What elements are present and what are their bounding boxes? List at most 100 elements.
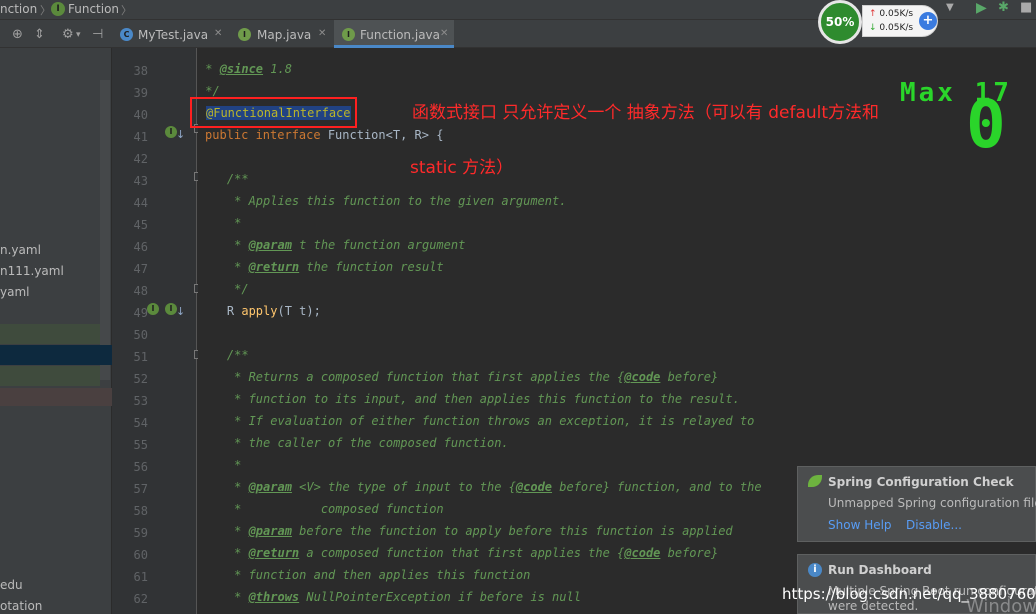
tree-item[interactable]: yaml: [0, 282, 100, 303]
line-number: 45: [133, 218, 148, 232]
plus-icon[interactable]: +: [919, 12, 937, 30]
code-line: * Returns a composed function that first…: [198, 370, 719, 384]
gear-icon[interactable]: ⚙: [62, 27, 74, 42]
code-line: * the caller of the composed function.: [198, 436, 509, 450]
line-number: 50: [133, 328, 148, 342]
debug-icon[interactable]: ✱: [998, 0, 1009, 15]
interface-icon: I: [342, 28, 355, 41]
upload-speed: ↑ 0.05K/s: [869, 9, 914, 19]
spring-leaf-icon: [808, 475, 822, 487]
line-number: 43: [133, 174, 148, 188]
tree-item[interactable]: edu: [0, 575, 100, 596]
line-number: 54: [133, 416, 148, 430]
line-number: 48: [133, 284, 148, 298]
run-icon[interactable]: ▶: [976, 0, 987, 16]
line-number: 62: [133, 592, 148, 606]
breadcrumb-class[interactable]: Function: [68, 2, 119, 16]
notification-title: Run Dashboard: [828, 563, 932, 577]
code-line: * @param <V> the type of input to the {@…: [198, 480, 762, 494]
notification-body: Unmapped Spring configuration file: [828, 496, 1036, 510]
line-number: 39: [133, 86, 148, 100]
line-number: 44: [133, 196, 148, 210]
interface-icon: I: [238, 28, 251, 41]
breadcrumb-separator-icon: 〉: [40, 4, 51, 17]
breadcrumb-package[interactable]: nction: [0, 2, 37, 16]
tree-item-label: n.yaml: [0, 243, 41, 257]
line-number: 53: [133, 394, 148, 408]
hide-panel-icon[interactable]: ⊣: [92, 27, 103, 42]
project-scrollbar[interactable]: [100, 80, 110, 380]
up-arrow-icon: ↑: [869, 9, 877, 19]
code-line: * Applies this function to the given arg…: [198, 194, 567, 208]
code-line: * If evaluation of either function throw…: [198, 414, 755, 428]
tree-row-highlight: [0, 324, 100, 344]
close-icon[interactable]: ✕: [440, 28, 448, 39]
tab-mytest[interactable]: C MyTest.java ✕: [112, 20, 228, 48]
line-number: 38: [133, 64, 148, 78]
network-speed-widget[interactable]: ↑ 0.05K/s ↓ 0.05K/s + 50%: [818, 0, 942, 44]
line-number: 42: [133, 152, 148, 166]
info-icon: i: [808, 563, 822, 577]
code-line: * @throws NullPointerException if before…: [198, 590, 581, 604]
override-marker-icon[interactable]: I: [147, 303, 159, 315]
tab-map[interactable]: I Map.java ✕: [230, 20, 332, 48]
gear-dropdown-icon[interactable]: ▾: [76, 30, 81, 40]
tree-item-label: n111.yaml: [0, 264, 64, 278]
tree-item[interactable]: n.yaml: [0, 240, 100, 261]
speed-panel: ↑ 0.05K/s ↓ 0.05K/s +: [862, 5, 938, 37]
target-icon[interactable]: ⊕: [12, 27, 23, 42]
tree-row-highlight: [0, 388, 112, 406]
tree-item-label: otation: [0, 599, 43, 613]
download-speed: ↓ 0.05K/s: [869, 23, 914, 33]
down-arrow-icon[interactable]: ↓: [176, 305, 185, 318]
line-number: 61: [133, 570, 148, 584]
tree-item-label: edu: [0, 578, 23, 592]
project-panel: n.yaml n111.yaml yaml edu otation: [0, 48, 112, 614]
code-line: * function to its input, and then applie…: [198, 392, 740, 406]
collapse-icon[interactable]: ⇕: [34, 27, 45, 42]
code-line: * @return the function result: [198, 260, 444, 274]
breadcrumb-separator-icon: 〉: [121, 4, 132, 17]
line-number: 56: [133, 460, 148, 474]
disable-link[interactable]: Disable...: [906, 518, 962, 532]
tree-item-label: yaml: [0, 285, 30, 299]
spring-config-notification[interactable]: Spring Configuration Check Unmapped Spri…: [797, 466, 1036, 542]
line-number: 57: [133, 482, 148, 496]
down-arrow-icon[interactable]: ↓: [176, 128, 185, 141]
class-icon: C: [120, 28, 133, 41]
show-help-link[interactable]: Show Help: [828, 518, 892, 532]
code-line: * @return a composed function that first…: [198, 546, 719, 560]
tree-item[interactable]: otation: [0, 596, 100, 614]
annotation-note: static 方法）: [410, 158, 514, 178]
run-config-dropdown-icon[interactable]: ▼: [946, 2, 954, 13]
code-line: * function and then applies this functio…: [198, 568, 531, 582]
line-number: 46: [133, 240, 148, 254]
code-line: * @since 1.8: [198, 62, 292, 76]
stop-icon[interactable]: ■: [1020, 0, 1032, 15]
line-number: 58: [133, 504, 148, 518]
tree-row-highlight: [0, 366, 100, 386]
tree-row-selected[interactable]: [0, 345, 112, 365]
editor-gutter: 38 39 40 41 42 43 44 45 46 47 48 49 50 5…: [112, 48, 203, 614]
code-line: *: [198, 216, 242, 230]
annotation-note: 函数式接口 只允许定义一个 抽象方法（可以有 default方法和: [412, 103, 880, 123]
line-number: 49: [133, 306, 148, 320]
project-toolbar: ⊕ ⇕ ⚙ ▾ ⊣: [0, 20, 112, 48]
close-icon[interactable]: ✕: [214, 28, 222, 39]
code-line: */: [198, 282, 249, 296]
line-number: 59: [133, 526, 148, 540]
code-line: * @param before the function to apply be…: [198, 524, 733, 538]
code-line: /**: [198, 172, 249, 186]
tab-label: MyTest.java: [138, 28, 209, 42]
notification-title: Spring Configuration Check: [828, 475, 1014, 489]
line-number: 47: [133, 262, 148, 276]
os-watermark: Windows: [966, 596, 1036, 614]
line-number: 51: [133, 350, 148, 364]
close-icon[interactable]: ✕: [318, 28, 326, 39]
interface-icon: I: [51, 2, 65, 16]
tree-item[interactable]: n111.yaml: [0, 261, 100, 282]
highlight-box: [190, 97, 357, 128]
tab-function[interactable]: I Function.java ✕: [334, 20, 454, 48]
line-number: 60: [133, 548, 148, 562]
line-number: 52: [133, 372, 148, 386]
